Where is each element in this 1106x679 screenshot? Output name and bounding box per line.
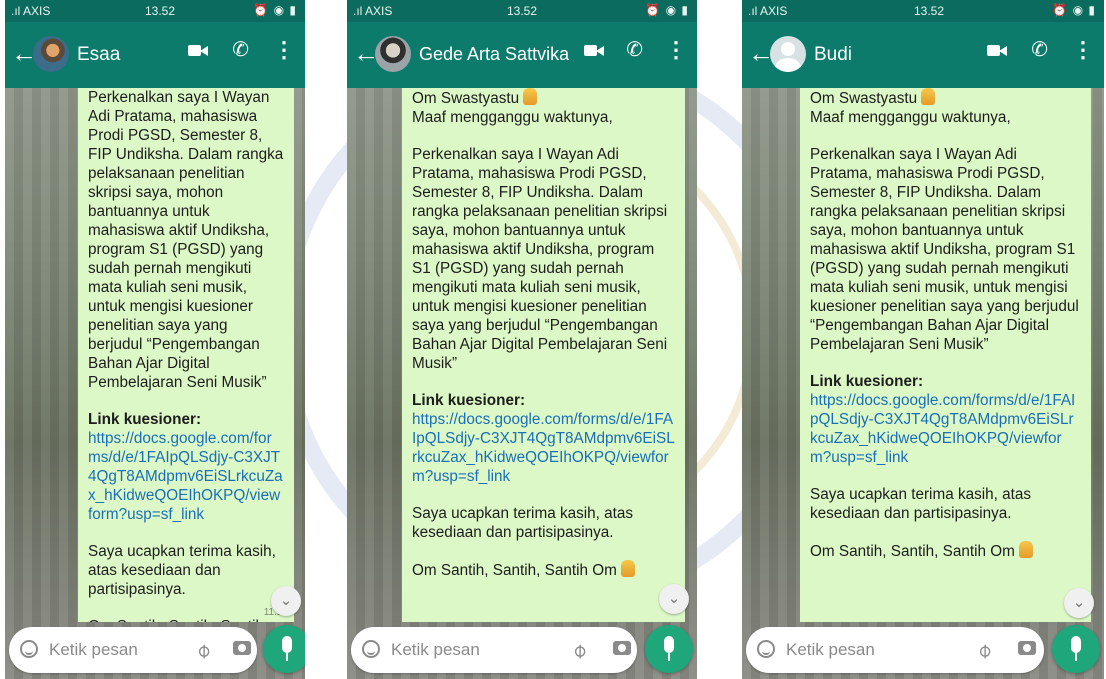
folded-hands-icon (1019, 541, 1034, 558)
chevron-down-icon[interactable]: ⌄ (271, 586, 301, 616)
message-bubble[interactable]: Perkenalkan saya I Wayan Adi Pratama, ma… (78, 88, 294, 622)
link-label: Link kuesioner: (412, 392, 526, 409)
chat-screen-budi: .ıl AXIS 13.52 ⏰ ◉ ▮ ← Budi ✆ ⋮ Om Swast… (742, 0, 1104, 679)
questionnaire-link[interactable]: https://docs.google.com/forms/d/e/1FAIpQ… (412, 411, 675, 485)
folded-hands-icon (523, 88, 538, 105)
status-icons: ⏰ ◉ ▮ (645, 3, 689, 17)
message-input[interactable]: Ketik pesan ⌀ (9, 627, 257, 673)
thanks-text: Saya ucapkan terima kasih, atas kesediaa… (88, 543, 276, 598)
video-call-icon[interactable] (188, 43, 209, 57)
message-input[interactable]: Ketik pesan ⌀ (746, 627, 1044, 673)
chevron-down-icon[interactable]: ⌄ (1064, 588, 1094, 618)
link-label: Link kuesioner: (88, 411, 202, 428)
video-call-icon[interactable] (987, 43, 1008, 57)
contact-name[interactable]: Gede Arta Sattvika (419, 44, 569, 65)
camera-icon[interactable] (1018, 641, 1036, 655)
closing-text: Om Santih, Santih, Santih Om (810, 543, 1015, 560)
mic-icon[interactable] (1052, 625, 1100, 673)
message-body: Perkenalkan saya I Wayan Adi Pratama, ma… (88, 89, 284, 391)
more-vert-icon[interactable]: ⋮ (273, 39, 295, 61)
intro-text: Maaf mengganggu waktunya, (412, 109, 613, 126)
chat-header: ← Esaa ✆ ⋮ (5, 22, 305, 88)
message-input[interactable]: Ketik pesan ⌀ (351, 627, 637, 673)
status-clock: 13.52 (914, 4, 945, 18)
message-body: Perkenalkan saya I Wayan Adi Pratama, ma… (412, 146, 668, 372)
message-body: Perkenalkan saya I Wayan Adi Pratama, ma… (810, 146, 1079, 353)
folded-hands-icon (921, 88, 936, 105)
chat-screen-gede: .ıl AXIS 13.52 ⏰ ◉ ▮ ← Gede Arta Sattvik… (347, 0, 697, 679)
thanks-text: Saya ucapkan terima kasih, atas kesediaa… (810, 486, 1032, 522)
more-vert-icon[interactable]: ⋮ (665, 39, 687, 61)
intro-text: Maaf mengganggu waktunya, (810, 109, 1011, 126)
folded-hands-icon (621, 560, 636, 577)
paperclip-icon[interactable]: ⌀ (566, 637, 592, 663)
status-bar: .ıl AXIS 13.52 ⏰ ◉ ▮ (742, 0, 1104, 22)
chevron-down-icon[interactable]: ⌄ (659, 584, 689, 614)
greeting-text: Om Swastyastu (810, 90, 918, 107)
message-bubble[interactable]: Om Swastyastu Maaf mengganggu waktunya, … (402, 88, 685, 622)
thanks-text: Saya ucapkan terima kasih, atas kesediaa… (412, 505, 634, 541)
greeting-text: Om Swastyastu (412, 90, 520, 107)
phone-icon[interactable]: ✆ (1031, 40, 1048, 60)
status-icons: ⏰ ◉ ▮ (1052, 3, 1096, 17)
emoji-icon[interactable] (362, 640, 380, 658)
more-vert-icon[interactable]: ⋮ (1072, 39, 1094, 61)
video-call-icon[interactable] (584, 43, 605, 57)
emoji-icon[interactable] (20, 640, 38, 658)
message-input-placeholder[interactable]: Ketik pesan (786, 640, 875, 660)
paperclip-icon[interactable]: ⌀ (971, 637, 997, 663)
status-bar: .ıl AXIS 13.52 ⏰ ◉ ▮ (5, 0, 305, 22)
phone-icon[interactable]: ✆ (626, 40, 643, 60)
avatar[interactable] (770, 36, 806, 72)
chat-header: ← Gede Arta Sattvika ✆ ⋮ (347, 22, 697, 88)
camera-icon[interactable] (233, 641, 251, 655)
contact-name[interactable]: Budi (814, 44, 852, 66)
mic-icon[interactable] (263, 625, 305, 673)
questionnaire-link[interactable]: https://docs.google.com/forms/d/e/1FAIpQ… (88, 430, 283, 523)
message-input-placeholder[interactable]: Ketik pesan (49, 640, 138, 660)
status-bar: .ıl AXIS 13.52 ⏰ ◉ ▮ (347, 0, 697, 22)
carrier-label: .ıl AXIS (748, 4, 788, 18)
status-clock: 13.52 (145, 4, 176, 18)
chat-header: ← Budi ✆ ⋮ (742, 22, 1104, 88)
carrier-label: .ıl AXIS (11, 4, 51, 18)
message-bubble[interactable]: Om Swastyastu Maaf mengganggu waktunya, … (800, 88, 1091, 622)
mic-icon[interactable] (645, 625, 693, 673)
questionnaire-link[interactable]: https://docs.google.com/forms/d/e/1FAIpQ… (810, 392, 1075, 466)
camera-icon[interactable] (613, 641, 631, 655)
link-label: Link kuesioner: (810, 373, 924, 390)
status-clock: 13.52 (507, 4, 538, 18)
phone-icon[interactable]: ✆ (232, 40, 249, 60)
message-input-placeholder[interactable]: Ketik pesan (391, 640, 480, 660)
closing-text: Om Santih, Santih, Santih Om (88, 618, 264, 622)
status-icons: ⏰ ◉ ▮ (253, 3, 297, 17)
paperclip-icon[interactable]: ⌀ (190, 637, 216, 663)
carrier-label: .ıl AXIS (353, 4, 393, 18)
contact-name[interactable]: Esaa (77, 44, 120, 66)
emoji-icon[interactable] (757, 640, 775, 658)
chat-screen-esaa: .ıl AXIS 13.52 ⏰ ◉ ▮ ← Esaa ✆ ⋮ Perkenal… (5, 0, 305, 679)
closing-text: Om Santih, Santih, Santih Om (412, 562, 617, 579)
avatar[interactable] (375, 36, 411, 72)
avatar[interactable] (33, 36, 69, 72)
